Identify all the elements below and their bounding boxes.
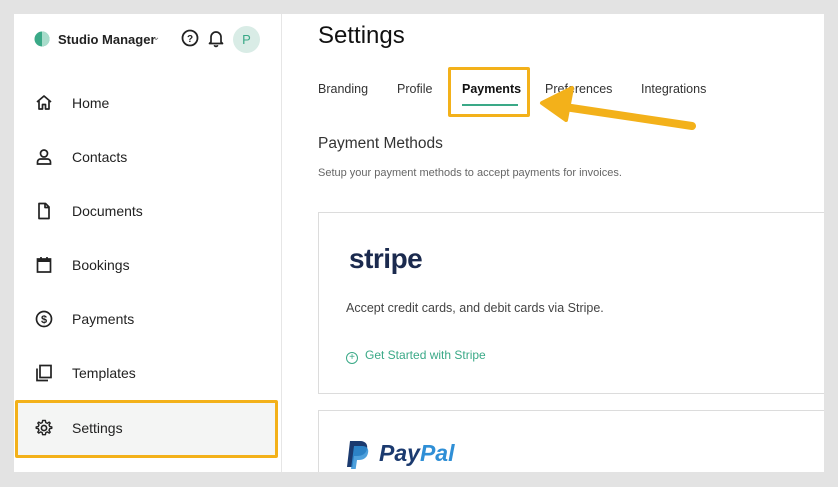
bell-icon[interactable] xyxy=(206,28,226,48)
stripe-description: Accept credit cards, and debit cards via… xyxy=(346,301,604,315)
studio-logo-icon xyxy=(34,31,50,47)
main-content: Settings Branding Profile Payments Prefe… xyxy=(282,14,824,472)
sidebar-item-label: Contacts xyxy=(72,149,128,165)
sidebar-item-label: Templates xyxy=(72,365,136,381)
calendar-icon xyxy=(36,257,52,273)
sidebar-item-documents[interactable]: Documents xyxy=(14,185,276,239)
chevron-down-icon: ⌄ xyxy=(152,32,161,43)
sidebar-item-settings[interactable]: Settings xyxy=(18,402,275,456)
page-title: Settings xyxy=(318,22,405,49)
paypal-card: PayPal xyxy=(318,410,824,472)
templates-icon xyxy=(36,364,52,382)
svg-text:$: $ xyxy=(41,314,47,326)
sidebar-item-bookings[interactable]: Bookings xyxy=(14,239,276,293)
sidebar-item-label: Bookings xyxy=(72,257,130,273)
plus-circle-icon: + xyxy=(346,352,358,364)
tab-profile[interactable]: Profile xyxy=(397,82,432,96)
section-title: Payment Methods xyxy=(318,135,443,152)
paypal-wordmark: PayPal xyxy=(379,440,454,467)
gear-icon xyxy=(35,419,53,436)
stripe-cta-label: Get Started with Stripe xyxy=(365,348,486,362)
studio-name: Studio Manager xyxy=(58,32,156,47)
sidebar-item-contacts[interactable]: Contacts xyxy=(14,131,276,185)
dollar-circle-icon: $ xyxy=(35,310,53,328)
sidebar-item-label: Payments xyxy=(72,311,135,327)
app-window: Studio Manager ⌄ ? P Home Contacts Docum… xyxy=(14,14,824,472)
sidebar-item-label: Home xyxy=(72,95,110,111)
stripe-card: stripe Accept credit cards, and debit ca… xyxy=(318,212,824,394)
sidebar-item-label: Documents xyxy=(72,203,143,219)
sidebar-item-home[interactable]: Home xyxy=(14,77,276,131)
paypal-pal: Pal xyxy=(419,440,455,466)
sidebar-item-payments[interactable]: $ Payments xyxy=(14,293,276,347)
tab-branding[interactable]: Branding xyxy=(318,82,368,96)
home-icon xyxy=(36,95,52,110)
document-icon xyxy=(38,202,50,220)
section-subtitle: Setup your payment methods to accept pay… xyxy=(318,167,622,179)
sidebar-item-templates[interactable]: Templates xyxy=(14,347,276,401)
paypal-pay: Pay xyxy=(379,440,420,466)
paypal-logo: PayPal xyxy=(345,439,475,472)
svg-text:?: ? xyxy=(187,34,193,45)
get-started-stripe-link[interactable]: + Get Started with Stripe xyxy=(346,348,486,364)
paypal-mark-icon xyxy=(347,441,369,469)
avatar[interactable]: P xyxy=(233,26,260,53)
pointer-arrow-icon xyxy=(540,86,696,130)
stripe-logo: stripe xyxy=(349,243,423,274)
sidebar: Studio Manager ⌄ ? P Home Contacts Docum… xyxy=(14,14,282,472)
help-icon[interactable]: ? xyxy=(180,28,200,48)
payments-tab-highlight-box xyxy=(448,67,530,117)
user-icon xyxy=(36,149,52,165)
sidebar-item-label: Settings xyxy=(72,420,123,436)
